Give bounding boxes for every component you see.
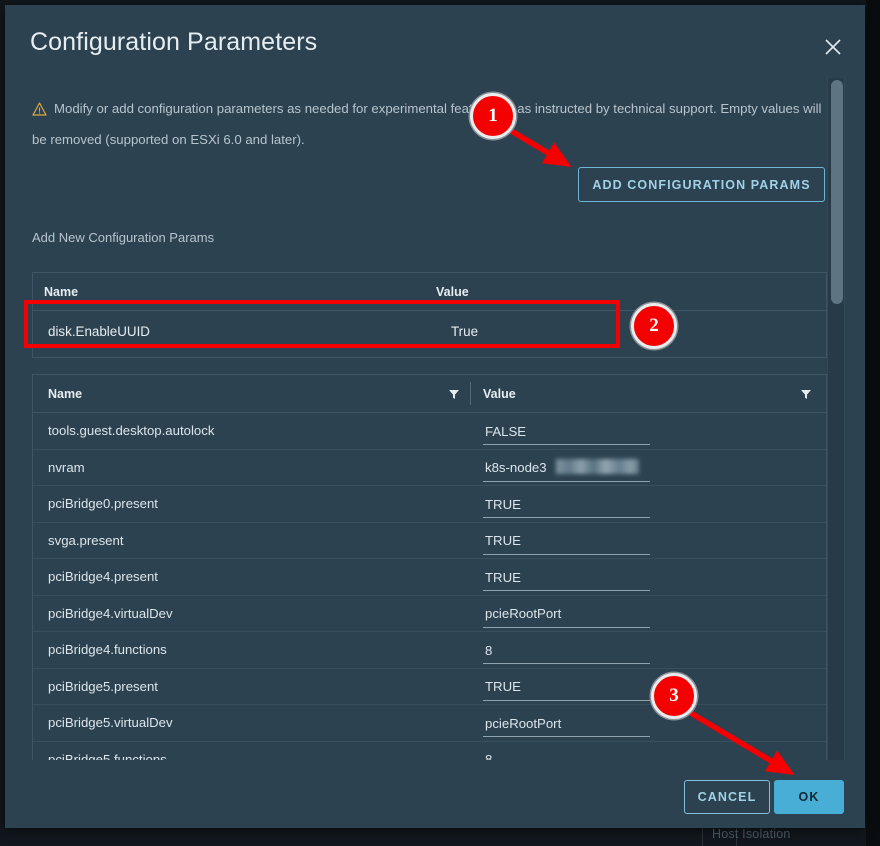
add-new-params-label: Add New Configuration Params (32, 230, 215, 245)
table-cell-value (483, 567, 650, 591)
table-value-input[interactable] (483, 421, 650, 445)
table-header-value: Value (483, 386, 516, 401)
redacted-value-overlay (556, 458, 639, 474)
table-header-row: Name Value (33, 375, 826, 413)
configuration-parameters-dialog: Configuration Parameters Modify or add c… (5, 5, 865, 828)
table-value-input[interactable] (483, 603, 650, 628)
notice-text: Modify or add configuration parameters a… (32, 95, 827, 154)
table-cell-value (483, 530, 650, 555)
add-configuration-params-button[interactable]: ADD CONFIGURATION PARAMS (578, 167, 825, 202)
table-cell-name: pciBridge0.present (48, 496, 158, 512)
configuration-parameters-table: Name Value tools.guest.desktop.autolock n… (32, 374, 827, 760)
table-value-input[interactable] (483, 567, 650, 591)
table-cell-value (483, 494, 650, 518)
table-header-name: Name (48, 386, 83, 401)
warning-triangle-icon (32, 98, 47, 126)
new-params-header-name: Name (44, 284, 79, 299)
table-cell-name: tools.guest.desktop.autolock (48, 423, 215, 439)
background-right-strip (866, 0, 880, 846)
table-row: pciBridge0.present (33, 486, 826, 523)
table-value-input[interactable] (483, 640, 650, 664)
annotation-badge-1: 1 (470, 93, 516, 139)
table-cell-value (483, 640, 650, 664)
new-params-header-row: Name Value (33, 273, 826, 311)
table-row: pciBridge4.functions (33, 632, 826, 669)
new-param-name-input[interactable] (46, 320, 216, 348)
table-cell-value (483, 421, 650, 445)
table-cell-name: pciBridge4.present (48, 569, 158, 585)
table-cell-name: pciBridge5.virtualDev (48, 715, 173, 731)
table-value-input[interactable] (483, 749, 650, 760)
filter-icon-name[interactable] (447, 387, 461, 401)
cancel-button[interactable]: CANCEL (684, 780, 770, 814)
table-row: pciBridge5.virtualDev (33, 705, 826, 742)
new-params-header-value: Value (436, 284, 469, 299)
table-value-input[interactable] (483, 676, 650, 701)
table-value-input[interactable] (483, 530, 650, 555)
table-row: pciBridge4.virtualDev (33, 596, 826, 632)
table-cell-name: pciBridge4.functions (48, 642, 167, 658)
annotation-badge-3: 3 (651, 673, 697, 719)
table-row: nvram (33, 450, 826, 486)
table-cell-value (483, 713, 650, 737)
table-row: pciBridge5.functions (33, 742, 826, 760)
background-label-host-isolation: Host Isolation (712, 827, 791, 841)
table-cell-name: nvram (48, 459, 85, 475)
table-cell-value (483, 676, 650, 701)
new-params-grid: Name Value (32, 272, 827, 358)
table-cell-name: svga.present (48, 532, 124, 548)
new-params-row (33, 311, 826, 357)
table-value-input[interactable] (483, 713, 650, 737)
table-column-divider (470, 382, 471, 405)
dialog-footer: CANCEL OK (5, 760, 865, 828)
table-cell-value (483, 457, 650, 482)
table-cell-name: pciBridge4.virtualDev (48, 605, 173, 621)
table-value-input[interactable] (483, 494, 650, 518)
dialog-scrollbar-thumb[interactable] (831, 80, 843, 304)
table-row: svga.present (33, 523, 826, 559)
table-row: tools.guest.desktop.autolock (33, 413, 826, 450)
ok-button[interactable]: OK (774, 780, 844, 814)
table-row: pciBridge4.present (33, 559, 826, 596)
table-cell-name: pciBridge5.functions (48, 751, 167, 760)
notice-message: Modify or add configuration parameters a… (32, 101, 822, 147)
filter-icon-value[interactable] (799, 387, 813, 401)
annotation-badge-2: 2 (631, 303, 677, 349)
table-cell-value (483, 749, 650, 760)
new-param-value-input[interactable] (449, 320, 616, 348)
dialog-scrollbar-track[interactable] (827, 78, 845, 760)
dialog-scroll-body: Modify or add configuration parameters a… (5, 78, 865, 760)
dialog-title: Configuration Parameters (30, 28, 318, 56)
table-row: pciBridge5.present (33, 669, 826, 705)
table-cell-value (483, 603, 650, 628)
close-icon[interactable] (817, 31, 849, 63)
table-cell-name: pciBridge5.present (48, 678, 158, 694)
